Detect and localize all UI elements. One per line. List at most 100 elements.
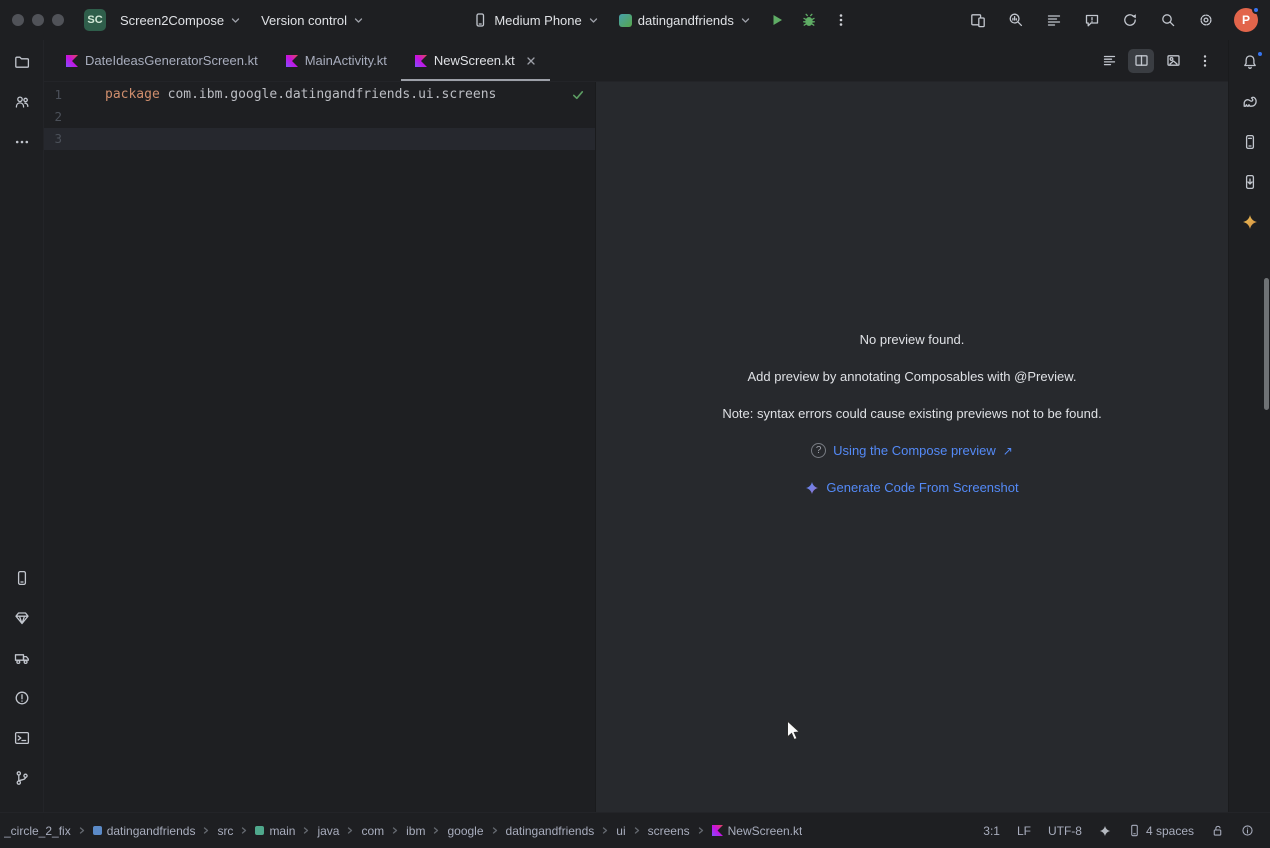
logcat-button[interactable]	[1040, 6, 1068, 34]
tab-newscreen[interactable]: NewScreen.kt	[401, 40, 550, 81]
editor-options-button[interactable]	[1192, 49, 1218, 73]
breadcrumb-label: datingandfriends	[506, 824, 595, 838]
breadcrumb-item[interactable]: NewScreen.kt	[712, 824, 803, 838]
device-manager-icon	[1242, 134, 1258, 150]
gradle-sync-button[interactable]	[1116, 6, 1144, 34]
gemini-spark-icon	[1242, 214, 1258, 230]
code-editor[interactable]: 1 package com.ibm.google.datingandfriend…	[44, 82, 595, 812]
breadcrumb-label: com	[361, 824, 384, 838]
breadcrumb-item[interactable]: screens	[648, 824, 690, 838]
more-run-actions-button[interactable]	[827, 6, 855, 34]
breadcrumb-item[interactable]: ui	[616, 824, 625, 838]
ai-status-widget[interactable]	[1099, 825, 1111, 837]
window-minimize-button[interactable]	[32, 14, 44, 26]
resource-manager-toolwindow-button[interactable]	[6, 604, 38, 632]
device-selector[interactable]: Medium Phone	[464, 7, 606, 33]
window-close-button[interactable]	[12, 14, 24, 26]
chevron-right-icon	[346, 826, 354, 835]
running-devices-toolwindow-button[interactable]	[6, 564, 38, 592]
chevron-right-icon	[78, 826, 86, 835]
collaboration-toolwindow-button[interactable]	[6, 88, 38, 116]
caret-position-widget[interactable]: 3:1	[983, 824, 1000, 838]
breadcrumb-item[interactable]: datingandfriends	[506, 824, 595, 838]
split-view-button[interactable]	[1128, 49, 1154, 73]
info-icon	[1241, 824, 1254, 837]
notifications-button[interactable]	[1234, 48, 1266, 76]
app-insights-button[interactable]	[1078, 6, 1106, 34]
more-toolwindows-button[interactable]	[6, 128, 38, 156]
breadcrumb-item[interactable]: ibm	[406, 824, 425, 838]
breadcrumb-item[interactable]: datingandfriends	[93, 824, 196, 838]
line-separator-widget[interactable]: LF	[1017, 824, 1031, 838]
window-zoom-button[interactable]	[52, 14, 64, 26]
file-encoding: UTF-8	[1048, 824, 1082, 838]
breadcrumb-item[interactable]: main	[255, 824, 295, 838]
code-line[interactable]: 1 package com.ibm.google.datingandfriend…	[44, 84, 595, 106]
version-control-selector[interactable]: Version control	[253, 8, 372, 33]
profiler-button[interactable]	[1002, 6, 1030, 34]
truck-icon	[14, 650, 30, 666]
project-toolwindow-button[interactable]	[6, 48, 38, 76]
device-manager-button[interactable]	[1234, 128, 1266, 156]
generate-code-from-screenshot-link[interactable]: Generate Code From Screenshot	[805, 480, 1018, 495]
chevron-down-icon	[740, 15, 751, 26]
code-line-caret[interactable]: 3	[44, 128, 595, 150]
chevron-right-icon	[633, 826, 641, 835]
bell-icon	[1242, 54, 1258, 70]
kotlin-file-icon	[712, 825, 723, 836]
run-configuration-selector[interactable]: datingandfriends	[611, 8, 759, 33]
readonly-toggle-widget[interactable]	[1211, 824, 1224, 837]
notification-dot	[1252, 6, 1260, 14]
search-everywhere-button[interactable]	[1154, 6, 1182, 34]
code-token: com.ibm.google.datingandfriends.ui.scree…	[160, 87, 497, 102]
phone-icon	[472, 12, 488, 28]
tab-close-button[interactable]	[526, 56, 536, 66]
build-toolwindow-button[interactable]	[6, 644, 38, 672]
code-view-button[interactable]	[1096, 49, 1122, 73]
indentation-widget[interactable]: 4 spaces	[1128, 824, 1194, 838]
design-view-button[interactable]	[1160, 49, 1186, 73]
inspections-status-widget[interactable]	[571, 88, 585, 102]
ai-spark-icon	[1099, 825, 1111, 837]
editor-view-modes	[1096, 40, 1228, 81]
breadcrumb-item[interactable]: com	[361, 824, 384, 838]
tab-label: MainActivity.kt	[305, 53, 387, 68]
device-explorer-button[interactable]	[1234, 168, 1266, 196]
right-toolwindow-strip	[1228, 40, 1270, 812]
caret-position: 3:1	[983, 824, 1000, 838]
debug-button[interactable]	[795, 6, 823, 34]
settings-button[interactable]	[1192, 6, 1220, 34]
scrollbar-thumb[interactable]	[1264, 278, 1269, 410]
tab-dateideasgeneratorscreen[interactable]: DateIdeasGeneratorScreen.kt	[52, 40, 272, 81]
compose-preview-help-link[interactable]: ? Using the Compose preview ↗	[811, 443, 1013, 458]
problems-toolwindow-button[interactable]	[6, 684, 38, 712]
device-mirroring-button[interactable]	[964, 6, 992, 34]
breadcrumb-item[interactable]: _circle_2_fix	[4, 824, 71, 838]
chevron-down-icon	[353, 15, 364, 26]
split-editor: 1 package com.ibm.google.datingandfriend…	[44, 82, 1228, 812]
project-selector[interactable]: Screen2Compose	[112, 8, 249, 33]
user-avatar[interactable]: P	[1234, 8, 1258, 32]
encoding-widget[interactable]: UTF-8	[1048, 824, 1082, 838]
terminal-toolwindow-button[interactable]	[6, 724, 38, 752]
code-line[interactable]: 2	[44, 106, 595, 128]
breadcrumb-item[interactable]: src	[217, 824, 233, 838]
chevron-right-icon	[240, 826, 248, 835]
breadcrumb-label: _circle_2_fix	[4, 824, 71, 838]
people-icon	[14, 94, 30, 110]
breadcrumb-item[interactable]: java	[317, 824, 339, 838]
run-button[interactable]	[763, 6, 791, 34]
breadcrumb-item[interactable]: google	[447, 824, 483, 838]
info-widget[interactable]	[1241, 824, 1254, 837]
kotlin-file-icon	[415, 55, 427, 67]
code-view-icon	[1102, 53, 1117, 68]
play-icon	[769, 12, 785, 28]
project-badge-icon: SC	[84, 9, 106, 31]
gradle-toolwindow-button[interactable]	[1234, 88, 1266, 116]
chevron-right-icon	[202, 826, 210, 835]
gemini-button[interactable]	[1234, 208, 1266, 236]
breadcrumb-label: NewScreen.kt	[728, 824, 803, 838]
close-icon	[526, 56, 536, 66]
tab-mainactivity[interactable]: MainActivity.kt	[272, 40, 401, 81]
version-control-toolwindow-button[interactable]	[6, 764, 38, 792]
